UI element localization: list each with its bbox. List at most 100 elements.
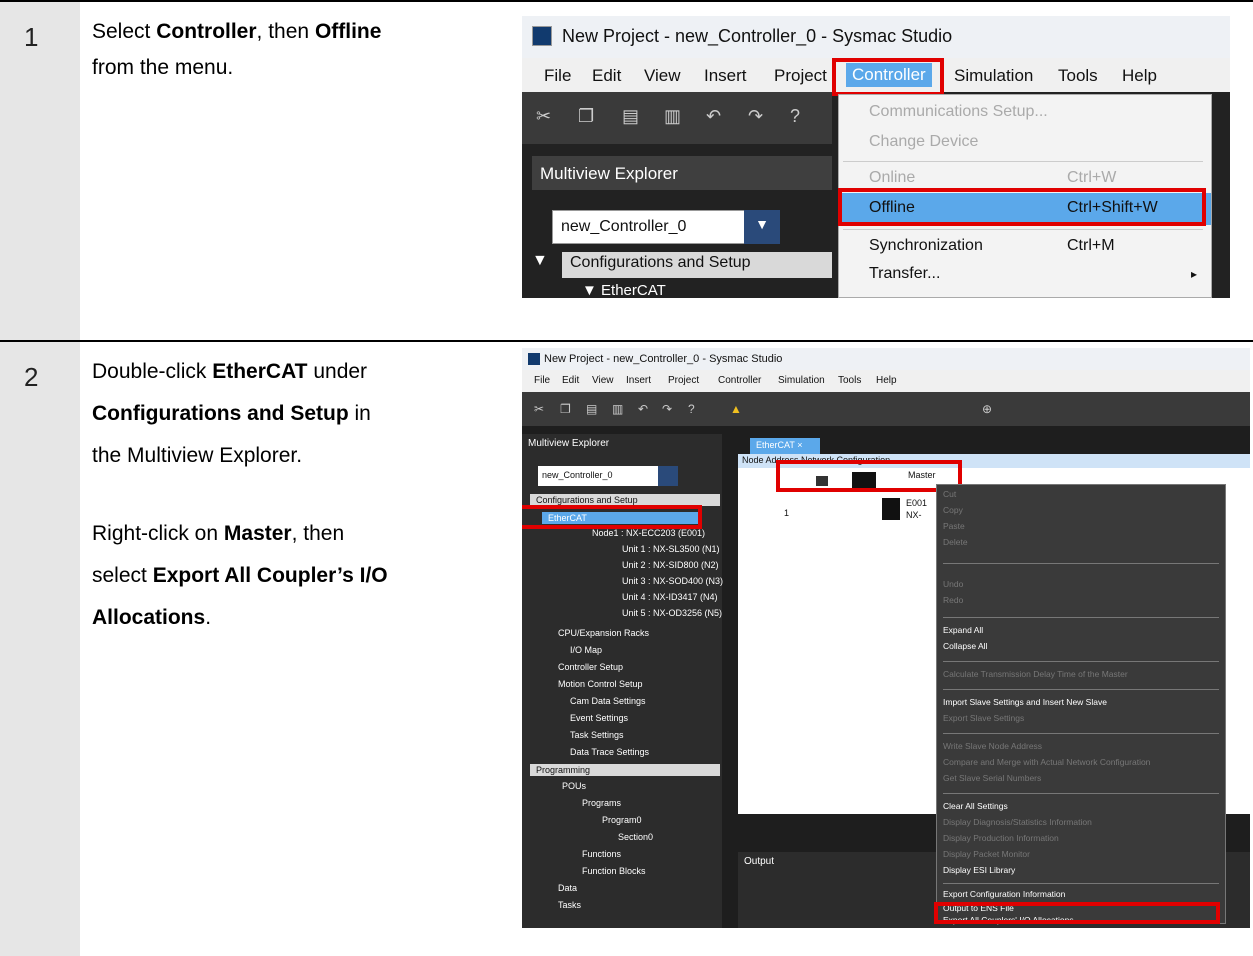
node-id: E001: [906, 498, 928, 508]
ctx-undo[interactable]: Undo: [943, 579, 963, 589]
paste-icon[interactable]: ▤: [586, 402, 597, 416]
tree-io-map[interactable]: I/O Map: [570, 645, 602, 655]
tree-event-settings[interactable]: Event Settings: [570, 713, 628, 723]
ctx-export-slave[interactable]: Export Slave Settings: [943, 713, 1024, 723]
delete-icon[interactable]: ▥: [612, 402, 623, 416]
menu-edit[interactable]: Edit: [562, 375, 579, 386]
cut-icon[interactable]: ✂: [534, 402, 544, 416]
menu-insert[interactable]: Insert: [704, 66, 747, 86]
ctx-esi-library[interactable]: Display ESI Library: [943, 865, 1015, 875]
ctx-collapse-all[interactable]: Collapse All: [943, 641, 987, 651]
menu-item-change-device[interactable]: Change Device: [869, 133, 978, 151]
tree-program0[interactable]: Program0: [602, 815, 642, 825]
tree-cam-data[interactable]: Cam Data Settings: [570, 696, 646, 706]
menu-tools[interactable]: Tools: [1058, 66, 1098, 86]
tree-tasks[interactable]: Tasks: [558, 900, 581, 910]
ctx-cut[interactable]: Cut: [943, 489, 956, 499]
menu-project[interactable]: Project: [668, 375, 699, 386]
tree-unit1[interactable]: Unit 1 : NX-SL3500 (N1): [622, 544, 720, 554]
delete-icon[interactable]: ▥: [664, 106, 681, 127]
tree-controller-setup[interactable]: Controller Setup: [558, 662, 623, 672]
menu-tools[interactable]: Tools: [838, 375, 861, 386]
ctx-production[interactable]: Display Production Information: [943, 833, 1059, 843]
menu-simulation[interactable]: Simulation: [778, 375, 825, 386]
menu-project[interactable]: Project: [774, 66, 827, 86]
tree-unit4[interactable]: Unit 4 : NX-ID3417 (N4): [622, 592, 718, 602]
menu-help[interactable]: Help: [876, 375, 897, 386]
tree-configurations[interactable]: ▼ Configurations and Setup: [532, 252, 832, 278]
chevron-down-icon[interactable]: ▼: [744, 210, 780, 244]
tree-unit2[interactable]: Unit 2 : NX-SID800 (N2): [622, 560, 719, 570]
divider: [843, 161, 1203, 162]
redo-icon[interactable]: ↷: [748, 106, 763, 127]
menu-item-transfer[interactable]: Transfer...: [869, 265, 940, 283]
tree-pous[interactable]: POUs: [562, 781, 586, 791]
ctx-import-slave[interactable]: Import Slave Settings and Insert New Sla…: [943, 697, 1107, 707]
tree-task-settings[interactable]: Task Settings: [570, 730, 624, 740]
tree-function-blocks[interactable]: Function Blocks: [582, 866, 646, 876]
ctx-clear-all[interactable]: Clear All Settings: [943, 801, 1008, 811]
undo-icon[interactable]: ↶: [706, 106, 721, 127]
multiview-explorer-header: Multiview Explorer: [532, 156, 832, 190]
menu-help[interactable]: Help: [1122, 66, 1157, 86]
divider: [843, 229, 1203, 230]
ctx-calc-delay[interactable]: Calculate Transmission Delay Time of the…: [943, 669, 1128, 679]
tree-unit3[interactable]: Unit 3 : NX-SOD400 (N3): [622, 576, 723, 586]
menu-item-synchronization[interactable]: Synchronization: [869, 237, 983, 255]
ctx-copy[interactable]: Copy: [943, 505, 963, 515]
menu-file[interactable]: File: [544, 66, 571, 86]
tree-cpu-racks[interactable]: CPU/Expansion Racks: [558, 628, 649, 638]
copy-icon[interactable]: ❐: [578, 106, 594, 127]
ctx-serial[interactable]: Get Slave Serial Numbers: [943, 773, 1041, 783]
menu-item-communications-setup[interactable]: Communications Setup...: [869, 103, 1048, 121]
menu-simulation[interactable]: Simulation: [954, 66, 1033, 86]
menu-bar: File Edit View Insert Project Controller…: [522, 370, 1250, 392]
ctx-export-config[interactable]: Export Configuration Information: [943, 889, 1065, 899]
menu-view[interactable]: View: [644, 66, 681, 86]
menu-file[interactable]: File: [534, 375, 550, 386]
cut-icon[interactable]: ✂: [536, 106, 551, 127]
shortcut-synchronization: Ctrl+M: [1067, 237, 1115, 254]
screenshot-controller-menu: New Project - new_Controller_0 - Sysmac …: [522, 16, 1230, 298]
tree-section0[interactable]: Section0: [618, 832, 653, 842]
tree-data[interactable]: Data: [558, 883, 577, 893]
ctx-expand-all[interactable]: Expand All: [943, 625, 983, 635]
tree-programs[interactable]: Programs: [582, 798, 621, 808]
ctx-redo[interactable]: Redo: [943, 595, 963, 605]
ctx-delete[interactable]: Delete: [943, 537, 968, 547]
ctx-diagnosis[interactable]: Display Diagnosis/Statistics Information: [943, 817, 1092, 827]
tree-functions[interactable]: Functions: [582, 849, 621, 859]
ctx-write-node[interactable]: Write Slave Node Address: [943, 741, 1042, 751]
node-type: NX-: [906, 510, 922, 520]
tree-motion-control[interactable]: Motion Control Setup: [558, 679, 643, 689]
tab-ethercat[interactable]: EtherCAT ×: [750, 438, 820, 454]
ctx-packet-monitor[interactable]: Display Packet Monitor: [943, 849, 1030, 859]
search-icon[interactable]: ⊕: [982, 402, 992, 416]
divider: [943, 733, 1219, 734]
redo-icon[interactable]: ↷: [662, 402, 672, 416]
chevron-down-icon[interactable]: [658, 466, 678, 486]
warning-icon[interactable]: ▲: [730, 402, 742, 416]
menu-insert[interactable]: Insert: [626, 375, 651, 386]
paste-icon[interactable]: ▤: [622, 106, 639, 127]
menu-item-online[interactable]: Online: [869, 169, 915, 187]
copy-icon[interactable]: ❐: [560, 402, 571, 416]
tree-programming[interactable]: Programming: [530, 764, 720, 776]
tree-unit5[interactable]: Unit 5 : NX-OD3256 (N5): [622, 608, 722, 618]
help-icon[interactable]: ?: [688, 402, 695, 416]
ctx-compare[interactable]: Compare and Merge with Actual Network Co…: [943, 757, 1150, 767]
menu-view[interactable]: View: [592, 375, 614, 386]
ctx-paste[interactable]: Paste: [943, 521, 965, 531]
help-icon[interactable]: ?: [790, 106, 800, 127]
undo-icon[interactable]: ↶: [638, 402, 648, 416]
divider: [943, 883, 1219, 884]
controller-select[interactable]: new_Controller_0: [538, 466, 678, 486]
divider: [943, 793, 1219, 794]
tree-data-trace[interactable]: Data Trace Settings: [570, 747, 649, 757]
tree-node1[interactable]: Node1 : NX-ECC203 (E001): [592, 528, 705, 538]
step2-number: 2: [24, 362, 39, 392]
window-title: New Project - new_Controller_0 - Sysmac …: [522, 348, 1250, 370]
tree-ethercat[interactable]: ▼ EtherCAT: [582, 282, 666, 298]
menu-controller[interactable]: Controller: [718, 375, 761, 386]
menu-edit[interactable]: Edit: [592, 66, 621, 86]
